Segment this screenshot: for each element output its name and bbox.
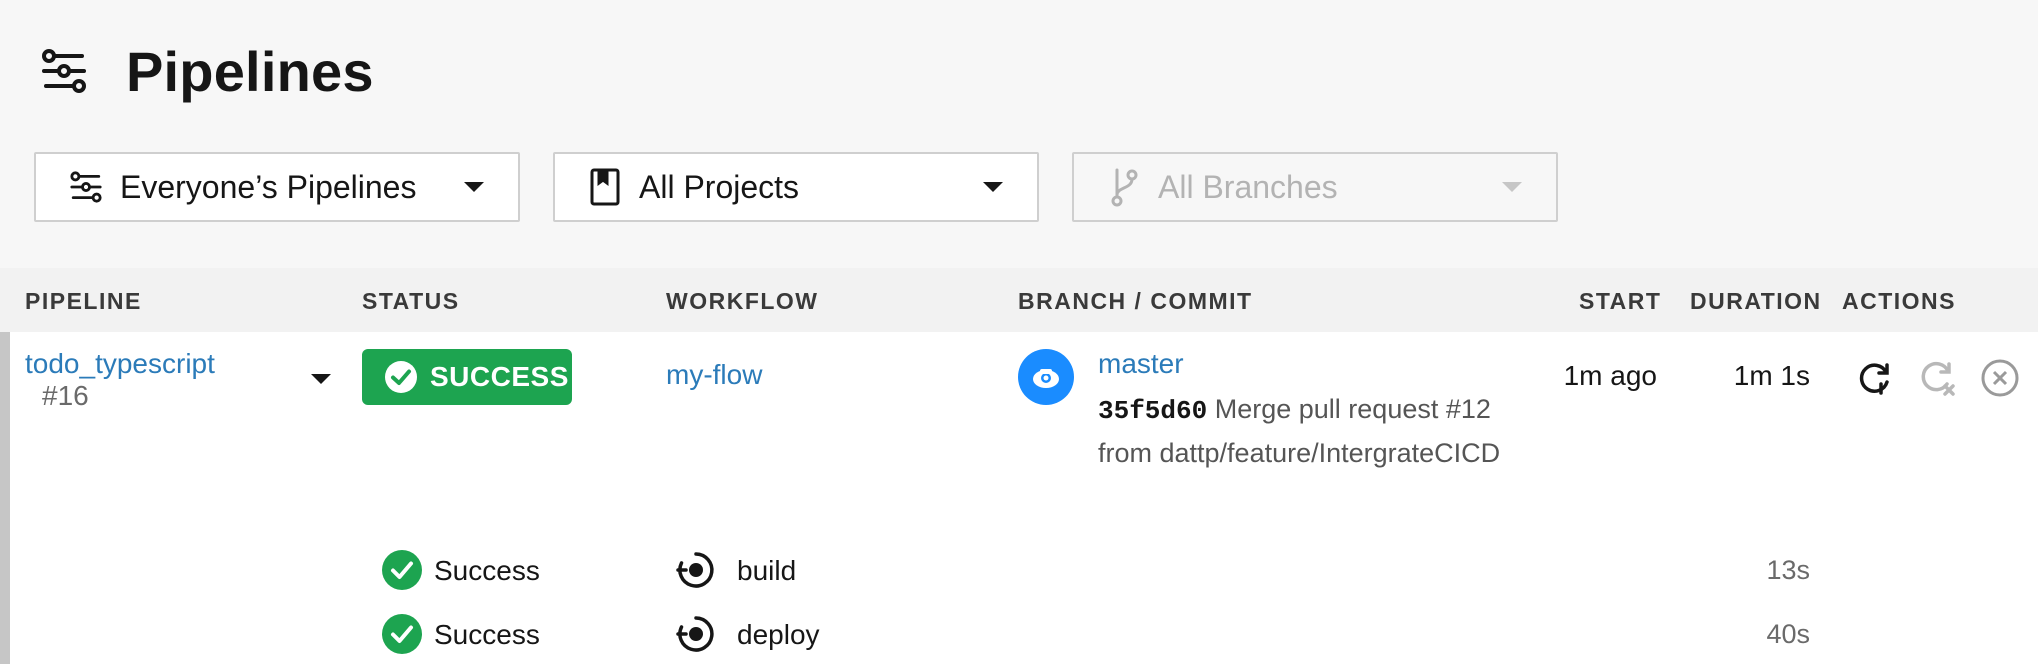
branches-filter-dropdown[interactable]: All Branches bbox=[1072, 152, 1558, 222]
check-circle-icon bbox=[385, 361, 417, 393]
commit-info: 35f5d60 Merge pull request #12 from datt… bbox=[1098, 388, 1518, 474]
cancel-icon[interactable] bbox=[1980, 358, 2020, 398]
job-name[interactable]: deploy bbox=[737, 619, 820, 651]
project-link[interactable]: todo_typescript bbox=[25, 348, 215, 380]
column-header-branch-commit: BRANCH / COMMIT bbox=[1018, 288, 1253, 314]
page-title: Pipelines bbox=[126, 39, 374, 103]
job-duration: 13s bbox=[1766, 555, 1810, 585]
column-header-start: START bbox=[1579, 288, 1662, 314]
job-name[interactable]: build bbox=[737, 555, 796, 587]
job-duration: 40s bbox=[1766, 619, 1810, 649]
pipelines-filter-label: Everyone’s Pipelines bbox=[120, 168, 417, 205]
pipelines-icon bbox=[66, 167, 106, 207]
chevron-down-icon bbox=[1502, 182, 1522, 192]
column-header-workflow: WORKFLOW bbox=[666, 288, 819, 314]
job-row: Success build 13s bbox=[0, 550, 2038, 594]
chevron-down-icon bbox=[464, 182, 484, 192]
table-header: PIPELINE STATUS WORKFLOW BRANCH / COMMIT… bbox=[0, 268, 2038, 332]
status-badge-label: SUCCESS bbox=[430, 361, 569, 392]
commit-hash[interactable]: 35f5d60 bbox=[1098, 396, 1207, 426]
user-avatar-icon bbox=[1033, 369, 1059, 388]
workflow-link[interactable]: my-flow bbox=[666, 359, 762, 391]
pipelines-filter-dropdown[interactable]: Everyone’s Pipelines bbox=[34, 152, 520, 222]
job-icon bbox=[676, 552, 714, 588]
job-status: Success bbox=[434, 555, 540, 586]
column-header-pipeline: PIPELINE bbox=[25, 288, 142, 314]
check-circle-icon bbox=[382, 550, 422, 590]
status-badge: SUCCESS bbox=[362, 349, 572, 405]
expand-chevron-icon[interactable] bbox=[311, 374, 331, 384]
table-row: todo_typescript #16 SUCCESS my-flow mast… bbox=[0, 332, 2038, 664]
projects-filter-dropdown[interactable]: All Projects bbox=[553, 152, 1039, 222]
job-icon bbox=[676, 616, 714, 652]
rerun-failed-icon[interactable] bbox=[1917, 358, 1957, 398]
chevron-down-icon bbox=[983, 182, 1003, 192]
projects-filter-label: All Projects bbox=[639, 168, 800, 205]
git-branch-icon bbox=[1104, 167, 1144, 207]
job-status: Success bbox=[434, 619, 540, 650]
rerun-icon[interactable] bbox=[1854, 358, 1894, 398]
avatar bbox=[1018, 349, 1074, 405]
column-header-actions: ACTIONS bbox=[1842, 288, 1956, 314]
branches-filter-label: All Branches bbox=[1158, 168, 1338, 205]
bookmark-icon bbox=[585, 167, 625, 207]
start-time: 1m ago bbox=[1563, 360, 1657, 391]
check-circle-icon bbox=[382, 614, 422, 654]
column-header-status: STATUS bbox=[362, 288, 460, 314]
page-header: Pipelines bbox=[36, 36, 374, 106]
job-row: Success deploy 40s bbox=[0, 614, 2038, 658]
pipeline-number: #16 bbox=[42, 380, 89, 411]
pipelines-icon bbox=[36, 43, 92, 99]
pipeline-duration: 1m 1s bbox=[1733, 360, 1810, 391]
column-header-duration: DURATION bbox=[1690, 288, 1822, 314]
filters-bar: Everyone’s Pipelines All Projects All Br… bbox=[34, 152, 1558, 222]
branch-link[interactable]: master bbox=[1098, 348, 1184, 380]
